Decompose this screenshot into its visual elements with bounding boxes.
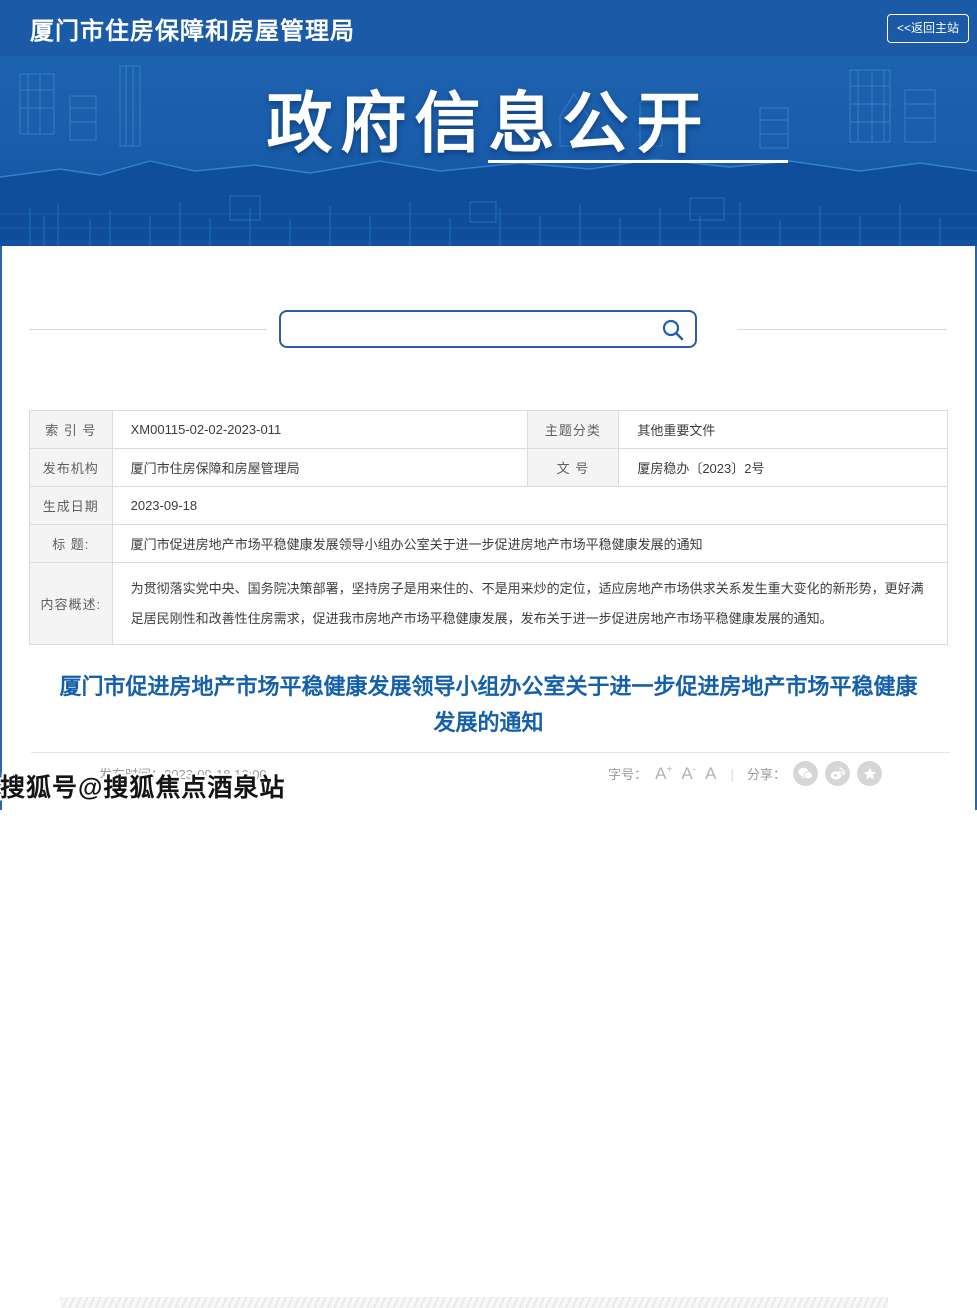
- search-row: [29, 246, 948, 348]
- content-area: 索 引 号 XM00115-02-02-2023-011 主题分类 其他重要文件…: [0, 246, 977, 810]
- tools-divider: |: [730, 766, 734, 782]
- weibo-icon: [830, 767, 845, 780]
- gov-info-banner: 政府信息公开: [0, 56, 977, 246]
- generated-date-label: 生成日期: [30, 487, 113, 525]
- topic-category-label: 主题分类: [527, 411, 619, 449]
- topic-category-value: 其他重要文件: [619, 411, 948, 449]
- top-header-bar: 厦门市住房保障和房屋管理局 <<返回主站: [0, 0, 977, 56]
- table-row: 发布机构 厦门市住房保障和房屋管理局 文 号 厦房稳办〔2023〕2号: [30, 449, 948, 487]
- publisher-label: 发布机构: [30, 449, 113, 487]
- generated-date-value: 2023-09-18: [112, 487, 947, 525]
- search-button[interactable]: [659, 316, 687, 344]
- doc-number-label: 文 号: [527, 449, 619, 487]
- index-number-value: XM00115-02-02-2023-011: [112, 411, 527, 449]
- divider-line-right: [737, 329, 947, 330]
- back-to-main-site-button[interactable]: <<返回主站: [887, 14, 969, 43]
- wechat-icon: [798, 767, 813, 780]
- table-row: 标 题: 厦门市促进房地产市场平稳健康发展领导小组办公室关于进一步促进房地产市场…: [30, 525, 948, 563]
- table-row: 索 引 号 XM00115-02-02-2023-011 主题分类 其他重要文件: [30, 411, 948, 449]
- document-info-table: 索 引 号 XM00115-02-02-2023-011 主题分类 其他重要文件…: [29, 410, 948, 645]
- doc-number-value: 厦房稳办〔2023〕2号: [619, 449, 948, 487]
- star-icon: [863, 767, 877, 781]
- search-input[interactable]: [291, 312, 651, 346]
- font-decrease-button[interactable]: A-: [680, 764, 697, 784]
- search-box: [279, 310, 697, 348]
- hatched-strip: [60, 1297, 888, 1308]
- title-value: 厦门市促进房地产市场平稳健康发展领导小组办公室关于进一步促进房地产市场平稳健康发…: [112, 525, 947, 563]
- font-size-label: 字号：: [608, 764, 647, 783]
- title-label: 标 题:: [30, 525, 113, 563]
- weibo-share-button[interactable]: [825, 761, 850, 786]
- banner-title: 政府信息公开: [0, 70, 977, 166]
- divider-line-left: [29, 329, 267, 330]
- table-row: 生成日期 2023-09-18: [30, 487, 948, 525]
- wechat-share-button[interactable]: [793, 761, 818, 786]
- publisher-value: 厦门市住房保障和房屋管理局: [112, 449, 527, 487]
- article-title: 厦门市促进房地产市场平稳健康发展领导小组办公室关于进一步促进房地产市场平稳健康发…: [59, 669, 919, 741]
- favorite-share-button[interactable]: [857, 761, 882, 786]
- site-title: 厦门市住房保障和房屋管理局: [30, 11, 355, 46]
- index-number-label: 索 引 号: [30, 411, 113, 449]
- font-default-button[interactable]: A: [704, 764, 717, 784]
- banner-title-underline: [488, 160, 788, 163]
- search-icon: [661, 318, 685, 342]
- share-label: 分享：: [747, 764, 786, 783]
- sohu-watermark: 搜狐号@搜狐焦点酒泉站: [0, 768, 285, 804]
- table-row: 内容概述: 为贯彻落实党中央、国务院决策部署，坚持房子是用来住的、不是用来炒的定…: [30, 563, 948, 645]
- summary-label: 内容概述:: [30, 563, 113, 645]
- article-tools: 字号： A+ A- A | 分享：: [608, 761, 882, 786]
- summary-value: 为贯彻落实党中央、国务院决策部署，坚持房子是用来住的、不是用来炒的定位，适应房地…: [112, 563, 947, 645]
- font-increase-button[interactable]: A+: [654, 764, 673, 784]
